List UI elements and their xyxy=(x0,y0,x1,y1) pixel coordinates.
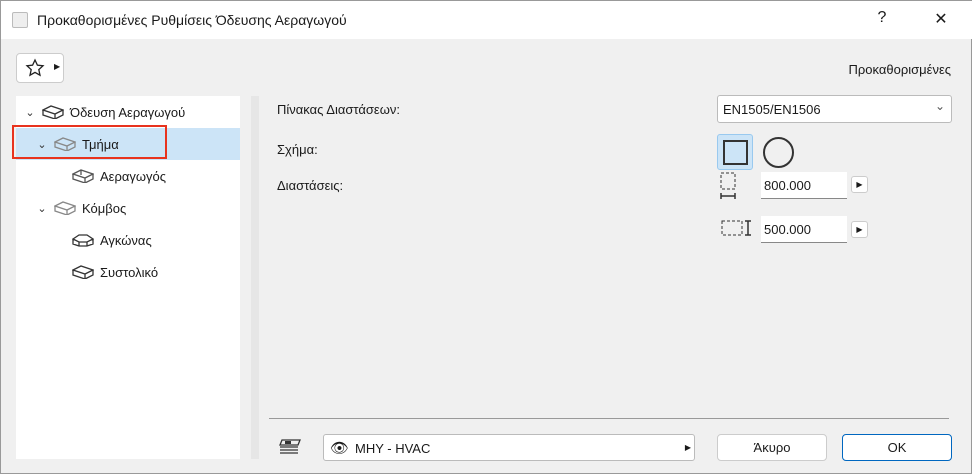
chevron-down-icon: ⌄ xyxy=(934,99,945,113)
tree-item-duct-route[interactable]: ⌄ Όδευση Αεραγωγού xyxy=(16,96,240,128)
shape-label: Σχήμα: xyxy=(277,142,318,157)
tree-item-label: Όδευση Αεραγωγού xyxy=(70,104,186,120)
layers-icon xyxy=(279,439,301,454)
ok-button[interactable]: OK xyxy=(842,434,952,461)
node-icon xyxy=(54,201,76,215)
rectangle-icon xyxy=(723,140,748,165)
tree-item-reducer[interactable]: Συστολικό xyxy=(16,256,240,288)
cancel-button[interactable]: Άκυρο xyxy=(717,434,827,461)
help-button[interactable]: ? xyxy=(867,9,897,27)
caret-right-icon: ▶ xyxy=(684,443,691,452)
tree-item-label: Συστολικό xyxy=(100,264,159,280)
tree-item-node[interactable]: ⌄ Κόμβος xyxy=(16,192,240,224)
star-icon xyxy=(25,58,45,77)
preset-label: Προκαθορισμένες xyxy=(848,62,951,77)
caret-right-icon: ▶ xyxy=(54,62,61,71)
layer-select[interactable]: 👁 MHY - HVAC ▶ xyxy=(323,434,695,461)
caret-right-icon: ▶ xyxy=(856,180,863,189)
eye-icon: 👁 xyxy=(330,440,350,457)
tree-item-duct[interactable]: Αεραγωγός xyxy=(16,160,240,192)
height-dimension-icon xyxy=(721,220,751,236)
duct-icon xyxy=(72,169,94,183)
width-options-button[interactable]: ▶ xyxy=(851,176,868,193)
shape-rectangle-button[interactable] xyxy=(717,134,753,170)
height-options-button[interactable]: ▶ xyxy=(851,221,868,238)
width-dimension-icon xyxy=(720,172,736,199)
footer-separator xyxy=(269,418,949,419)
tree-item-label: Αγκώνας xyxy=(100,232,152,248)
tree-item-label: Αεραγωγός xyxy=(100,168,167,184)
highlight-box xyxy=(12,125,167,159)
layer-value: MHY - HVAC xyxy=(355,441,431,456)
table-select[interactable]: EN1505/EN1506 ⌄ xyxy=(717,95,952,123)
reducer-icon xyxy=(72,265,94,279)
dimensions-label: Διαστάσεις: xyxy=(277,178,344,193)
duct-route-icon xyxy=(42,105,64,119)
close-button[interactable]: ✕ xyxy=(926,9,956,29)
elbow-icon xyxy=(72,234,94,247)
width-input[interactable]: 800.000 xyxy=(761,172,847,199)
table-label: Πίνακας Διαστάσεων: xyxy=(277,102,400,117)
chevron-down-icon: ⌄ xyxy=(25,106,35,119)
favorites-button[interactable]: ▶ xyxy=(16,53,64,83)
app-icon xyxy=(12,12,28,28)
table-value: EN1505/EN1506 xyxy=(723,102,821,117)
tree-item-elbow[interactable]: Αγκώνας xyxy=(16,224,240,256)
height-input[interactable]: 500.000 xyxy=(761,216,847,243)
chevron-down-icon: ⌄ xyxy=(37,202,47,215)
shape-circle-button[interactable] xyxy=(763,137,794,168)
pane-splitter[interactable] xyxy=(251,96,259,459)
tree-item-label: Κόμβος xyxy=(82,200,127,216)
caret-right-icon: ▶ xyxy=(856,225,863,234)
window-title: Προκαθορισμένες Ρυθμίσεις Όδευσης Αεραγω… xyxy=(37,12,347,28)
